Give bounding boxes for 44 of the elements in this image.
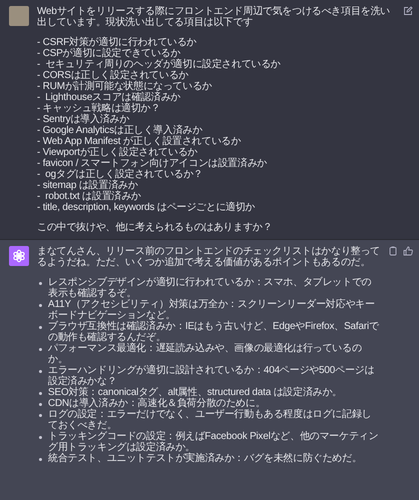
list-item: - CSRF対策が適切に行われているか	[37, 37, 198, 48]
list-item: - Viewportが正しく設定されているか	[37, 147, 198, 158]
list-item: CDNは導入済みか：高速化＆負荷分散のために。	[48, 398, 266, 409]
bullet-icon	[39, 282, 42, 285]
message-text: Webサイトをリリースする際にフロントエンド周辺で気をつけるべき項目を洗い出しています。現状洗い出してる項目は以下です	[37, 6, 391, 28]
assistant-avatar	[9, 246, 29, 266]
list-item: - CSPが適切に設定できているか	[37, 48, 180, 59]
list-item: - RUMが計測可能な状態になっているか	[37, 81, 213, 92]
bullet-icon	[39, 458, 42, 461]
list-item: エラーハンドリングが適切に設計されているか：404ページや500ページは設定済みかな？	[48, 365, 376, 387]
list-item: - robot.txt は設置済みか	[37, 191, 142, 202]
list-item: パフォーマンス最適化：遅延読み込みや、画像の最適化は行っているのか。	[48, 343, 363, 365]
list-item: - ogタグは正しく設定されているか？	[37, 169, 204, 180]
list-item: - セキュリティ周りのヘッダが適切に設定されているか	[37, 59, 282, 70]
list-item: - Google Analyticsは正しく導入済みか	[37, 125, 204, 136]
bullet-icon	[39, 326, 42, 329]
list-item: レスポンシブデザインが適切に行われているか：スマホ、タブレットでの表示も確認するぞ。	[48, 277, 372, 299]
list-item: ログの設定：エラーだけでなく、ユーザー行動もある程度はログに記録しておくべきだ。	[48, 409, 372, 431]
message-text: この中で抜けや、他に考えられるものはありますか？	[37, 222, 274, 233]
bullet-icon	[39, 414, 42, 417]
copy-icon[interactable]	[388, 246, 398, 256]
list-item: - title, description, keywords はページごとに適切か	[37, 202, 256, 213]
list-item: トラッキングコードの設定：例えばFacebook Pixelなど、他のマーケティング用トラッキングは設定済みか。	[48, 431, 380, 453]
list-item: - Web App Manifest が正しく設置されているか	[37, 136, 242, 147]
bullet-icon	[39, 403, 42, 406]
edit-icon[interactable]	[403, 6, 413, 16]
list-item: - Lighthouseスコアは確認済みか	[37, 92, 182, 103]
bullet-icon	[39, 436, 42, 439]
list-item: - Sentryは導入済みか	[37, 114, 130, 125]
list-item: - キャッシュ戦略は適切か？	[37, 103, 162, 114]
list-item: SEO対策：canonicalタグ、alt属性、structured data は設定済みか。	[48, 387, 342, 398]
bullet-icon	[39, 304, 42, 307]
list-item: 統合テスト、ユニットテストが実施済みか：バグを未然に防ぐためだ。	[48, 453, 362, 464]
list-item: - CORSは正しく設定されているか	[37, 70, 190, 81]
bullet-icon	[39, 348, 42, 351]
list-item: - sitemap は設置済みか	[37, 180, 139, 191]
user-avatar	[9, 6, 29, 26]
list-item: ブラウザ互換性は確認済みか：IEはもう古いけど、EdgeやFirefox、Safariでの動作も確認するんだぞ。	[48, 321, 380, 343]
bullet-icon	[39, 392, 42, 395]
list-item: A11Y（アクセシビリティ）対策は万全か：スクリーンリーダー対応やキーボードナビゲーションなど。	[48, 299, 376, 321]
message-text: まなてんさん、リリース前のフロントエンドのチェックリストはかなり整ってるようだね。ただ、いくつか追加で考える価値があるポイントもあるのだ。	[37, 246, 380, 268]
thumbs-up-icon[interactable]	[403, 246, 413, 256]
list-item: - favicon / スマートフォン向けアイコンは設置済みか	[37, 158, 268, 169]
bullet-icon	[39, 370, 42, 373]
